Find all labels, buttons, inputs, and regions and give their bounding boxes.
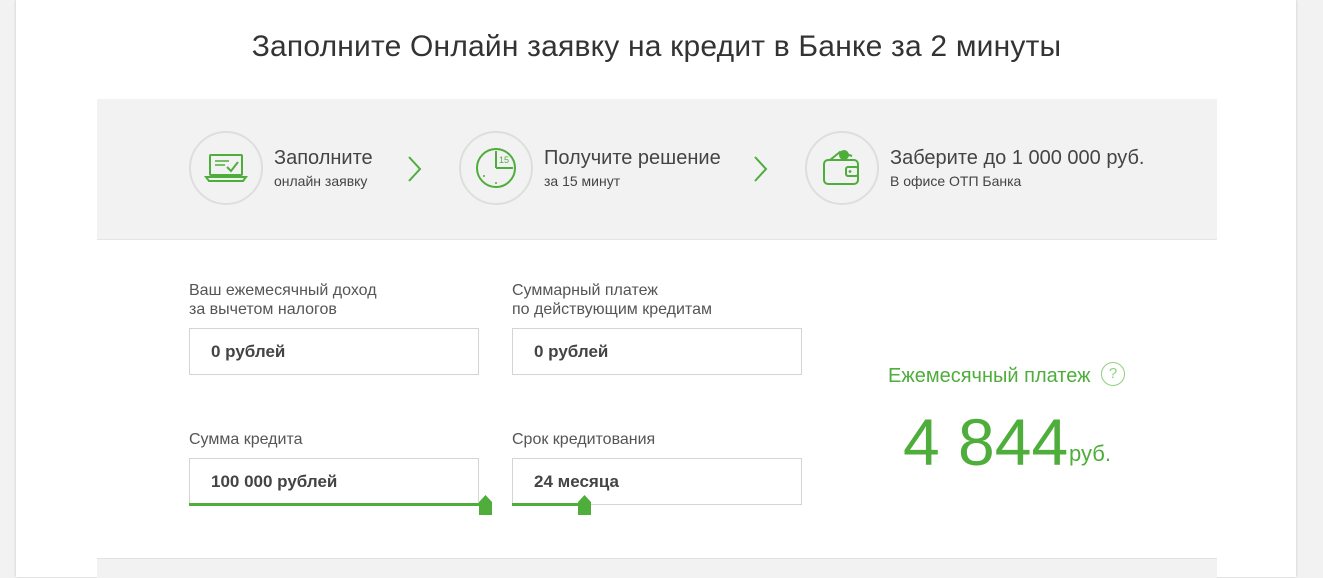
term-slider-handle[interactable]: [578, 495, 591, 515]
step-3-subtitle: В офисе ОТП Банка: [890, 173, 1022, 189]
page-title: Заполните Онлайн заявку на кредит в Банк…: [251, 30, 1062, 63]
monthly-payment-value: 4 844: [903, 405, 1069, 479]
svg-text:15: 15: [499, 155, 509, 165]
step-2-subtitle: за 15 минут: [544, 173, 621, 189]
wallet-money-icon: [805, 131, 879, 205]
term-input[interactable]: [512, 458, 802, 505]
next-section-edge: [97, 558, 1217, 578]
monthly-payment-label: Ежемесячный платеж: [888, 365, 1091, 387]
steps-panel: Заполните онлайн заявку 15 Получите реше…: [97, 99, 1217, 240]
payments-label-line1: Суммарный платеж: [512, 282, 659, 299]
laptop-check-icon: [189, 131, 263, 205]
help-icon[interactable]: ?: [1101, 362, 1125, 386]
term-slider-fill: [512, 503, 585, 506]
payments-label: Суммарный платеж по действующим кредитам: [512, 281, 712, 319]
income-label: Ваш ежемесячный доход за вычетом налогов: [189, 281, 377, 319]
monthly-payment-unit: руб.: [1069, 441, 1111, 466]
income-label-line2: за вычетом налогов: [189, 301, 337, 318]
income-label-line1: Ваш ежемесячный доход: [189, 282, 377, 299]
amount-input[interactable]: [189, 458, 479, 505]
amount-slider-handle[interactable]: [479, 495, 492, 515]
payments-label-line2: по действующим кредитам: [512, 301, 712, 318]
chevron-right-icon: [408, 156, 422, 182]
term-label: Срок кредитования: [512, 431, 656, 448]
chevron-right-icon: [754, 156, 768, 182]
step-1-title: Заполните: [274, 147, 373, 169]
clock-15-icon: 15: [459, 131, 533, 205]
amount-label: Сумма кредита: [189, 431, 303, 448]
step-3-title: Заберите до 1 000 000 руб.: [890, 147, 1145, 169]
income-input[interactable]: [189, 328, 479, 375]
amount-slider-fill: [189, 503, 486, 506]
step-2-title: Получите решение: [544, 147, 721, 169]
payments-input[interactable]: [512, 328, 802, 375]
step-1-subtitle: онлайн заявку: [274, 173, 368, 189]
